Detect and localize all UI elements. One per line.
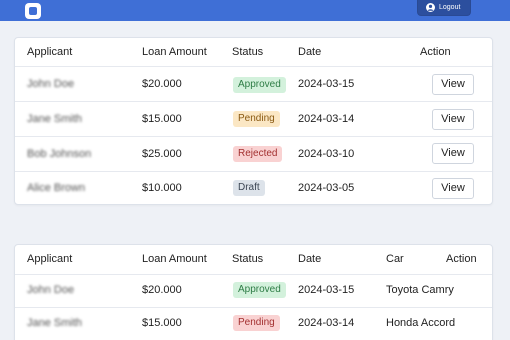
applicant-name: Jane Smith: [27, 317, 83, 329]
loan-amount: $20.000: [142, 78, 182, 90]
applicant-name: John Doe: [27, 284, 75, 296]
column-header-car: Car: [386, 253, 404, 265]
application-date: 2024-03-14: [298, 317, 355, 329]
row-divider: [15, 307, 492, 308]
header-divider: [15, 274, 492, 275]
logout-button[interactable]: Logout: [417, 0, 471, 16]
row-divider: [15, 101, 492, 102]
column-header-status: Status: [232, 253, 264, 265]
status-badge: Rejected: [233, 146, 283, 162]
logout-label: Logout: [439, 4, 461, 11]
status-badge: Approved: [233, 282, 286, 298]
status-badge: Pending: [233, 315, 280, 331]
applicant-name: Bob Johnson: [27, 148, 92, 160]
status-badge: Draft: [233, 180, 265, 196]
loan-applications-table: Applicant Loan Amount Status Date Action…: [14, 37, 493, 205]
user-icon: [426, 3, 435, 12]
column-header-date: Date: [298, 253, 322, 265]
view-button[interactable]: View: [432, 178, 474, 199]
car-model: Honda Accord: [386, 317, 456, 329]
column-header-status: Status: [232, 46, 264, 58]
column-header-loan-amount: Loan Amount: [142, 46, 207, 58]
header-divider: [15, 66, 492, 67]
column-header-applicant: Applicant: [27, 253, 73, 265]
column-header-date: Date: [298, 46, 322, 58]
loan-amount: $10.000: [142, 182, 182, 194]
view-button[interactable]: View: [432, 143, 474, 164]
app-logo-icon[interactable]: [25, 3, 41, 19]
application-date: 2024-03-14: [298, 113, 355, 125]
row-divider: [15, 171, 492, 172]
loan-amount: $15.000: [142, 317, 182, 329]
loan-amount: $20.000: [142, 284, 182, 296]
view-button[interactable]: View: [432, 74, 474, 95]
application-date: 2024-03-15: [298, 284, 355, 296]
applicant-name: John Doe: [27, 78, 75, 90]
row-divider: [15, 136, 492, 137]
column-header-action: Action: [420, 46, 451, 58]
applicant-name: Alice Brown: [27, 182, 86, 194]
column-header-loan-amount: Loan Amount: [142, 253, 207, 265]
application-date: 2024-03-05: [298, 182, 355, 194]
status-badge: Pending: [233, 111, 280, 127]
column-header-applicant: Applicant: [27, 46, 73, 58]
view-button[interactable]: View: [432, 109, 474, 130]
car-model: Toyota Camry: [386, 284, 454, 296]
application-date: 2024-03-15: [298, 78, 355, 90]
loan-amount: $25.000: [142, 148, 182, 160]
column-header-action: Action: [446, 253, 477, 265]
application-date: 2024-03-10: [298, 148, 355, 160]
applicant-name: Jane Smith: [27, 113, 83, 125]
car-loan-applications-table: Applicant Loan Amount Status Date Car Ac…: [14, 244, 493, 340]
loan-amount: $15.000: [142, 113, 182, 125]
status-badge: Approved: [233, 77, 286, 93]
top-navbar: Logout: [0, 0, 510, 21]
